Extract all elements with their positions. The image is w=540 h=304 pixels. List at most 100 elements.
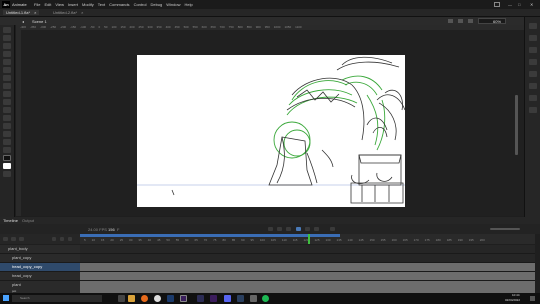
pencil-tool-icon[interactable] [3, 99, 11, 105]
workspace-icon[interactable] [494, 2, 500, 7]
settings-icon[interactable] [250, 295, 257, 302]
clip-icon[interactable] [468, 19, 473, 23]
menu-control[interactable]: Control [134, 2, 147, 7]
tab-untitled-2[interactable]: Untitled-2.fla* × [50, 10, 86, 15]
fill-color-icon[interactable] [3, 163, 11, 169]
tab-timeline[interactable]: Timeline [3, 218, 18, 223]
steam-icon[interactable] [237, 295, 244, 302]
layer-frames-plant-copy[interactable] [80, 254, 535, 263]
menu-help[interactable]: Help [185, 2, 193, 7]
assets-panel-icon[interactable] [529, 47, 537, 53]
rectangle-tool-icon[interactable] [3, 83, 11, 89]
menu-insert[interactable]: Insert [68, 2, 78, 7]
align-panel-icon[interactable] [529, 59, 537, 65]
swatches-panel-icon[interactable] [529, 83, 537, 89]
eyedropper-tool-icon[interactable] [3, 123, 11, 129]
menu-text[interactable]: Text [98, 2, 105, 7]
layer-row-plant-body[interactable]: plant_body [0, 245, 80, 254]
library-panel-icon[interactable] [529, 35, 537, 41]
add-keyframe-icon[interactable] [330, 227, 335, 231]
scene-icon[interactable] [458, 19, 463, 23]
components-panel-icon[interactable] [529, 107, 537, 113]
menu-debug[interactable]: Debug [150, 2, 162, 7]
oval-tool-icon[interactable] [3, 91, 11, 97]
layer-name[interactable]: plant_copy [12, 255, 31, 260]
selection-tool-icon[interactable] [3, 27, 11, 33]
discord-icon[interactable] [224, 295, 231, 302]
tab-untitled-1[interactable]: Untitled-1.fla* × [3, 10, 40, 15]
hand-tool-icon[interactable] [3, 139, 11, 145]
stroke-color-icon[interactable] [3, 155, 11, 161]
color-panel-icon[interactable] [529, 71, 537, 77]
menu-file[interactable]: File [34, 2, 40, 7]
zoom-slider[interactable] [490, 228, 520, 230]
task-view-icon[interactable] [118, 295, 125, 302]
lasso-tool-icon[interactable] [3, 51, 11, 57]
fps-readout[interactable]: 24.00 FPS [88, 227, 107, 232]
close-button[interactable]: ✕ [530, 2, 533, 7]
premiere-icon[interactable] [210, 295, 217, 302]
clock-date[interactable]: 02/04/2022 [505, 298, 520, 303]
firefox-icon[interactable] [141, 295, 148, 302]
frame-ruler[interactable]: 5 10 15 20 25 30 35 40 45 50 55 60 65 70… [80, 234, 535, 244]
vertical-scrollbar[interactable] [515, 95, 518, 155]
playhead[interactable] [308, 234, 310, 244]
zoom-field[interactable]: 60% [478, 18, 506, 24]
menu-window[interactable]: Window [166, 2, 180, 7]
layer-name[interactable]: plant_body [8, 246, 28, 251]
eye-icon[interactable] [52, 237, 56, 241]
start-icon[interactable] [3, 295, 9, 301]
close-icon[interactable]: × [81, 10, 83, 15]
menu-modify[interactable]: Modify [82, 2, 94, 7]
onion-skin-icon[interactable] [305, 227, 310, 231]
close-icon[interactable]: × [34, 10, 36, 15]
zoom-tool-icon[interactable] [3, 147, 11, 153]
edit-multiple-frames-icon[interactable] [314, 227, 319, 231]
maximize-button[interactable]: □ [518, 2, 520, 7]
layer-row-plant-copy[interactable]: plant_copy [0, 254, 80, 263]
frame-readout[interactable]: 156 [108, 227, 115, 232]
delete-layer-icon[interactable] [19, 237, 24, 241]
search-box[interactable]: Search [12, 295, 102, 302]
layer-frames-head-copy-copy[interactable] [80, 263, 535, 272]
pen-tool-icon[interactable] [3, 59, 11, 65]
new-folder-icon[interactable] [11, 237, 16, 241]
menu-view[interactable]: View [55, 2, 64, 7]
tab-output[interactable]: Output [22, 218, 34, 223]
line-tool-icon[interactable] [3, 75, 11, 81]
subselection-tool-icon[interactable] [3, 35, 11, 41]
layer-name[interactable]: plant [12, 282, 21, 287]
animate-taskbar-icon[interactable] [180, 295, 187, 302]
notification-icon[interactable] [530, 296, 535, 301]
eraser-tool-icon[interactable] [3, 131, 11, 137]
scene-name[interactable]: Scene 1 [32, 19, 47, 24]
outline-icon[interactable] [68, 237, 72, 241]
chrome-icon[interactable] [154, 295, 161, 302]
menu-edit[interactable]: Edit [44, 2, 51, 7]
step-forward-icon[interactable] [286, 227, 291, 231]
free-transform-tool-icon[interactable] [3, 43, 11, 49]
back-arrow-icon[interactable]: ◂ [22, 19, 24, 24]
layer-name[interactable]: head_copy [12, 273, 32, 278]
properties-panel-icon[interactable] [529, 23, 537, 29]
new-layer-icon[interactable] [3, 237, 8, 241]
minimize-button[interactable]: — [508, 2, 512, 7]
paint-bucket-tool-icon[interactable] [3, 115, 11, 121]
edit-symbol-icon[interactable] [448, 19, 453, 23]
transform-panel-icon[interactable] [529, 95, 537, 101]
brush-tool-icon[interactable] [3, 107, 11, 113]
layer-frames-head-copy[interactable] [80, 272, 535, 281]
layer-row-head-copy[interactable]: head_copy [0, 272, 80, 281]
spotify-icon[interactable] [262, 295, 269, 302]
media-encoder-icon[interactable] [197, 295, 204, 302]
layer-row-head-copy-copy[interactable]: head_copy_copy [0, 263, 80, 272]
layer-name[interactable]: head_copy_copy [12, 264, 42, 269]
photoshop-icon[interactable] [167, 295, 174, 302]
menu-commands[interactable]: Commands [109, 2, 129, 7]
loop-icon[interactable] [296, 227, 301, 231]
file-explorer-icon[interactable] [128, 295, 135, 302]
step-back-icon[interactable] [268, 227, 273, 231]
play-icon[interactable] [277, 227, 282, 231]
layer-frames-plant-body[interactable] [80, 245, 535, 254]
edit-toolbar-icon[interactable] [3, 171, 11, 177]
